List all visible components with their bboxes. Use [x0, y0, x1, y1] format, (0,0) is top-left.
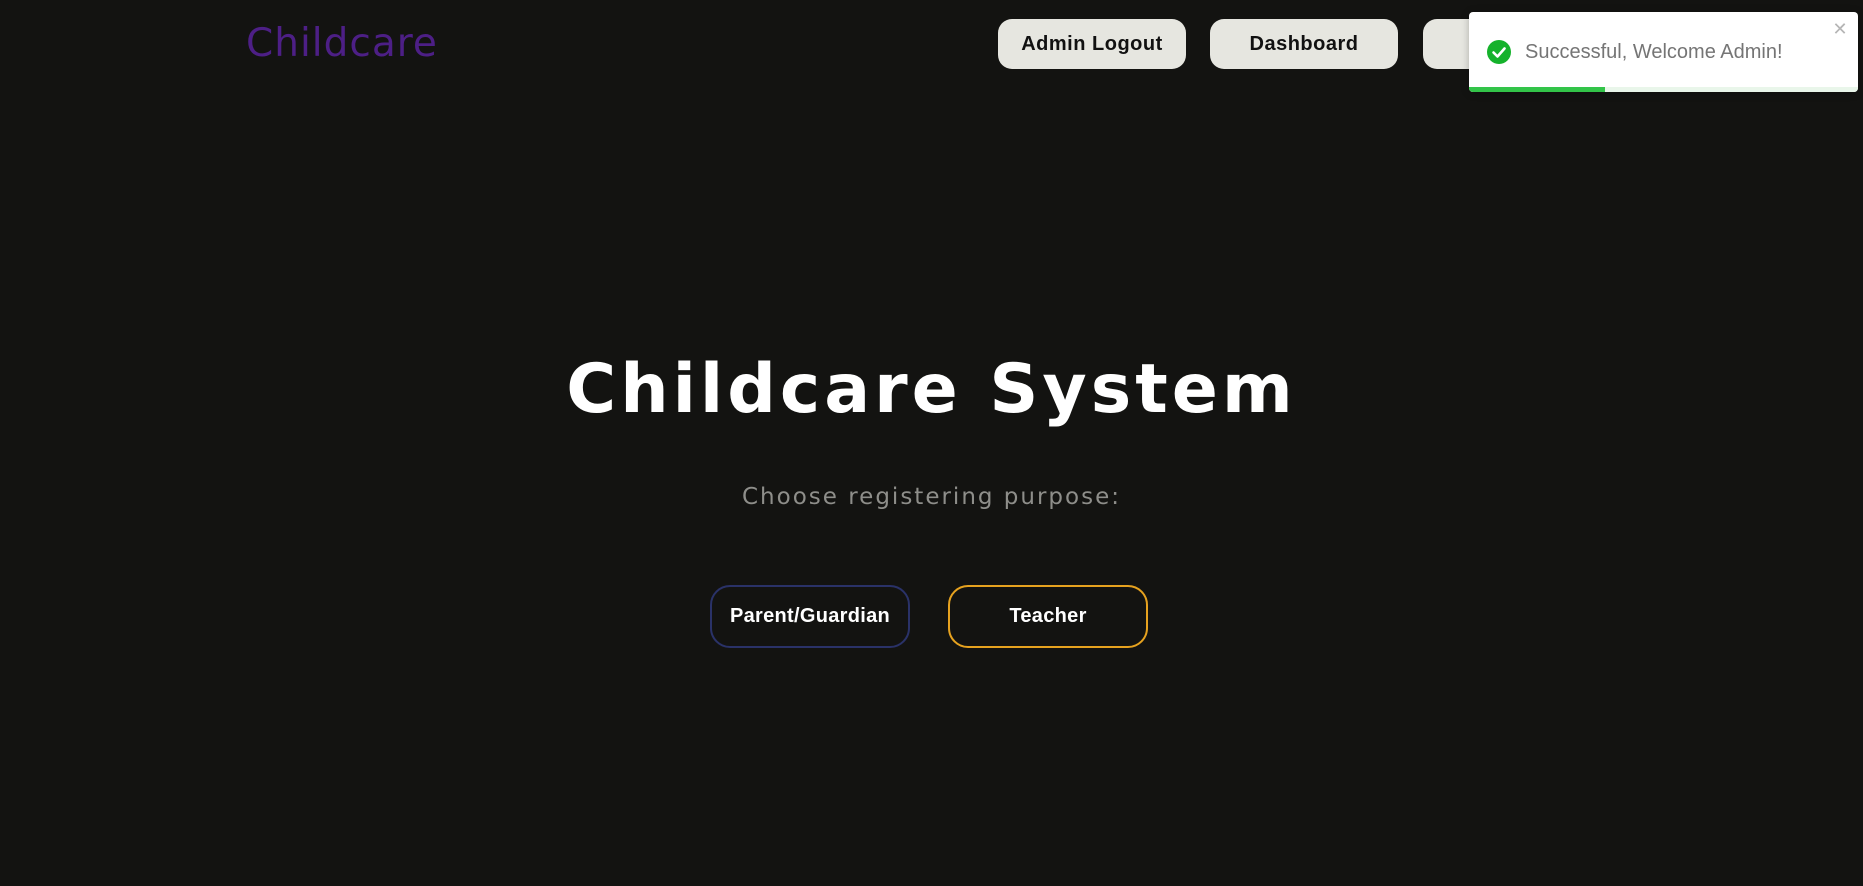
toast-progress-bar — [1469, 87, 1606, 92]
page-subtitle: Choose registering purpose: — [742, 484, 1121, 510]
teacher-button[interactable]: Teacher — [948, 585, 1148, 648]
page: Childcare Admin Logout Dashboard Childca… — [0, 0, 1863, 886]
close-icon[interactable]: ✕ — [1830, 20, 1850, 40]
dashboard-button[interactable]: Dashboard — [1210, 19, 1398, 69]
logo[interactable]: Childcare — [246, 18, 438, 70]
page-title: Childcare System — [566, 350, 1297, 429]
parent-guardian-button[interactable]: Parent/Guardian — [710, 585, 910, 648]
toast-message: Successful, Welcome Admin! — [1525, 41, 1783, 63]
admin-logout-button[interactable]: Admin Logout — [998, 19, 1186, 69]
success-toast[interactable]: Successful, Welcome Admin! ✕ — [1469, 12, 1858, 92]
check-circle-icon — [1487, 40, 1511, 64]
toast-progress-track — [1469, 87, 1858, 92]
